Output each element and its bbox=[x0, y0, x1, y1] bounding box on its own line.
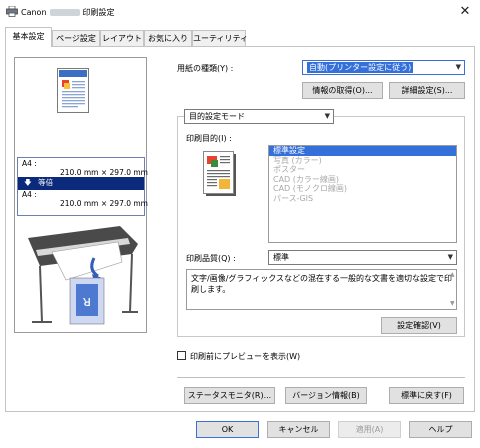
version-info-button[interactable]: バージョン情報(B) bbox=[285, 387, 367, 404]
media-type-select[interactable]: 自動(プリンター設定に従う) ▼ bbox=[302, 60, 465, 75]
tab-page-setup[interactable]: ページ設定 bbox=[52, 30, 100, 46]
output-size-label: A4 : bbox=[22, 190, 37, 199]
restore-defaults-button[interactable]: 標準に戻す(F) bbox=[389, 387, 464, 404]
ok-button[interactable]: OK bbox=[196, 421, 259, 438]
list-item-standard[interactable]: 標準設定 bbox=[269, 146, 456, 156]
list-item-perspective-gis[interactable]: パース-GIS bbox=[269, 194, 456, 204]
paper-size-info: A4 : 210.0 mm × 297.0 mm 🡇 等倍 A4 : 210.0… bbox=[17, 157, 148, 216]
tab-basic-settings[interactable]: 基本設定 bbox=[5, 27, 52, 47]
sample-print-mark: ᴚ bbox=[83, 294, 91, 310]
chevron-down-icon: ▼ bbox=[324, 112, 330, 120]
print-purpose-label: 印刷目的(I) : bbox=[186, 134, 232, 143]
media-type-label: 用紙の種類(Y) : bbox=[177, 64, 234, 73]
title-prefix: Canon bbox=[21, 8, 47, 17]
purpose-description-text: 文字/画像/グラフィックスなどの混在する一般的な文書を適切な設定で印刷します。 bbox=[191, 274, 452, 294]
blurred-model-name bbox=[49, 9, 80, 16]
apply-button[interactable]: 適用(A) bbox=[338, 421, 401, 438]
list-item-cad-mono[interactable]: CAD (モノクロ線画) bbox=[269, 184, 456, 194]
tab-favorites[interactable]: お気に入り bbox=[144, 30, 192, 46]
list-item-cad-color[interactable]: CAD (カラー線画) bbox=[269, 175, 456, 185]
print-quality-select[interactable]: 標準 ▼ bbox=[268, 250, 457, 265]
scroll-down-icon[interactable]: ▼ bbox=[450, 300, 455, 307]
input-size-value: 210.0 mm × 297.0 mm bbox=[60, 168, 148, 177]
mode-select[interactable]: 目的設定モード ▼ bbox=[184, 109, 334, 124]
help-button[interactable]: ヘルプ bbox=[409, 421, 472, 438]
window-title: Canon 印刷設定 bbox=[21, 7, 115, 18]
list-item-poster[interactable]: ポスター bbox=[269, 165, 456, 175]
list-item-photo-color[interactable]: 写真 (カラー) bbox=[269, 156, 456, 166]
printer-icon bbox=[6, 6, 18, 17]
title-suffix: 印刷設定 bbox=[82, 8, 115, 17]
large-format-printer-illustration: ᴚ bbox=[28, 226, 138, 325]
chevron-down-icon: ▼ bbox=[447, 253, 453, 261]
page-thumbnail-content bbox=[62, 80, 85, 108]
print-quality-value: 標準 bbox=[273, 253, 289, 262]
separator bbox=[177, 377, 465, 378]
cancel-button[interactable]: キャンセル bbox=[267, 421, 330, 438]
chevron-down-icon: ▼ bbox=[455, 63, 461, 71]
preview-before-print-checkbox[interactable] bbox=[177, 351, 186, 360]
media-type-value: 自動(プリンター設定に従う) bbox=[307, 62, 414, 73]
tab-utility[interactable]: ユーティリティ bbox=[192, 30, 248, 46]
print-purpose-list[interactable]: 標準設定 写真 (カラー) ポスター CAD (カラー線画) CAD (モノクロ… bbox=[268, 145, 457, 243]
preview-before-print-label[interactable]: 印刷前にプレビューを表示(W) bbox=[190, 351, 300, 362]
purpose-document-icon bbox=[203, 151, 236, 196]
page-thumbnail-header bbox=[59, 70, 87, 77]
confirm-settings-button[interactable]: 設定確認(V) bbox=[381, 317, 457, 334]
close-icon[interactable]: ✕ bbox=[456, 3, 474, 21]
scroll-up-icon[interactable]: ▲ bbox=[450, 271, 455, 278]
scale-row: 🡇 等倍 bbox=[18, 177, 144, 190]
tab-layout[interactable]: レイアウト bbox=[100, 30, 144, 46]
output-size-value: 210.0 mm × 297.0 mm bbox=[60, 199, 148, 208]
detail-settings-button[interactable]: 詳細設定(S)... bbox=[389, 82, 465, 99]
scale-label: 等倍 bbox=[38, 178, 54, 187]
purpose-description: 文字/画像/グラフィックスなどの混在する一般的な文書を適切な設定で印刷します。 bbox=[186, 269, 457, 310]
mode-value: 目的設定モード bbox=[189, 112, 245, 121]
get-info-button[interactable]: 情報の取得(O)... bbox=[302, 82, 383, 99]
status-monitor-button[interactable]: ステータスモニタ(R)... bbox=[184, 387, 275, 404]
down-arrow-icon: 🡇 bbox=[24, 178, 32, 187]
print-quality-label: 印刷品質(Q) : bbox=[186, 254, 236, 263]
input-size-label: A4 : bbox=[22, 159, 37, 168]
